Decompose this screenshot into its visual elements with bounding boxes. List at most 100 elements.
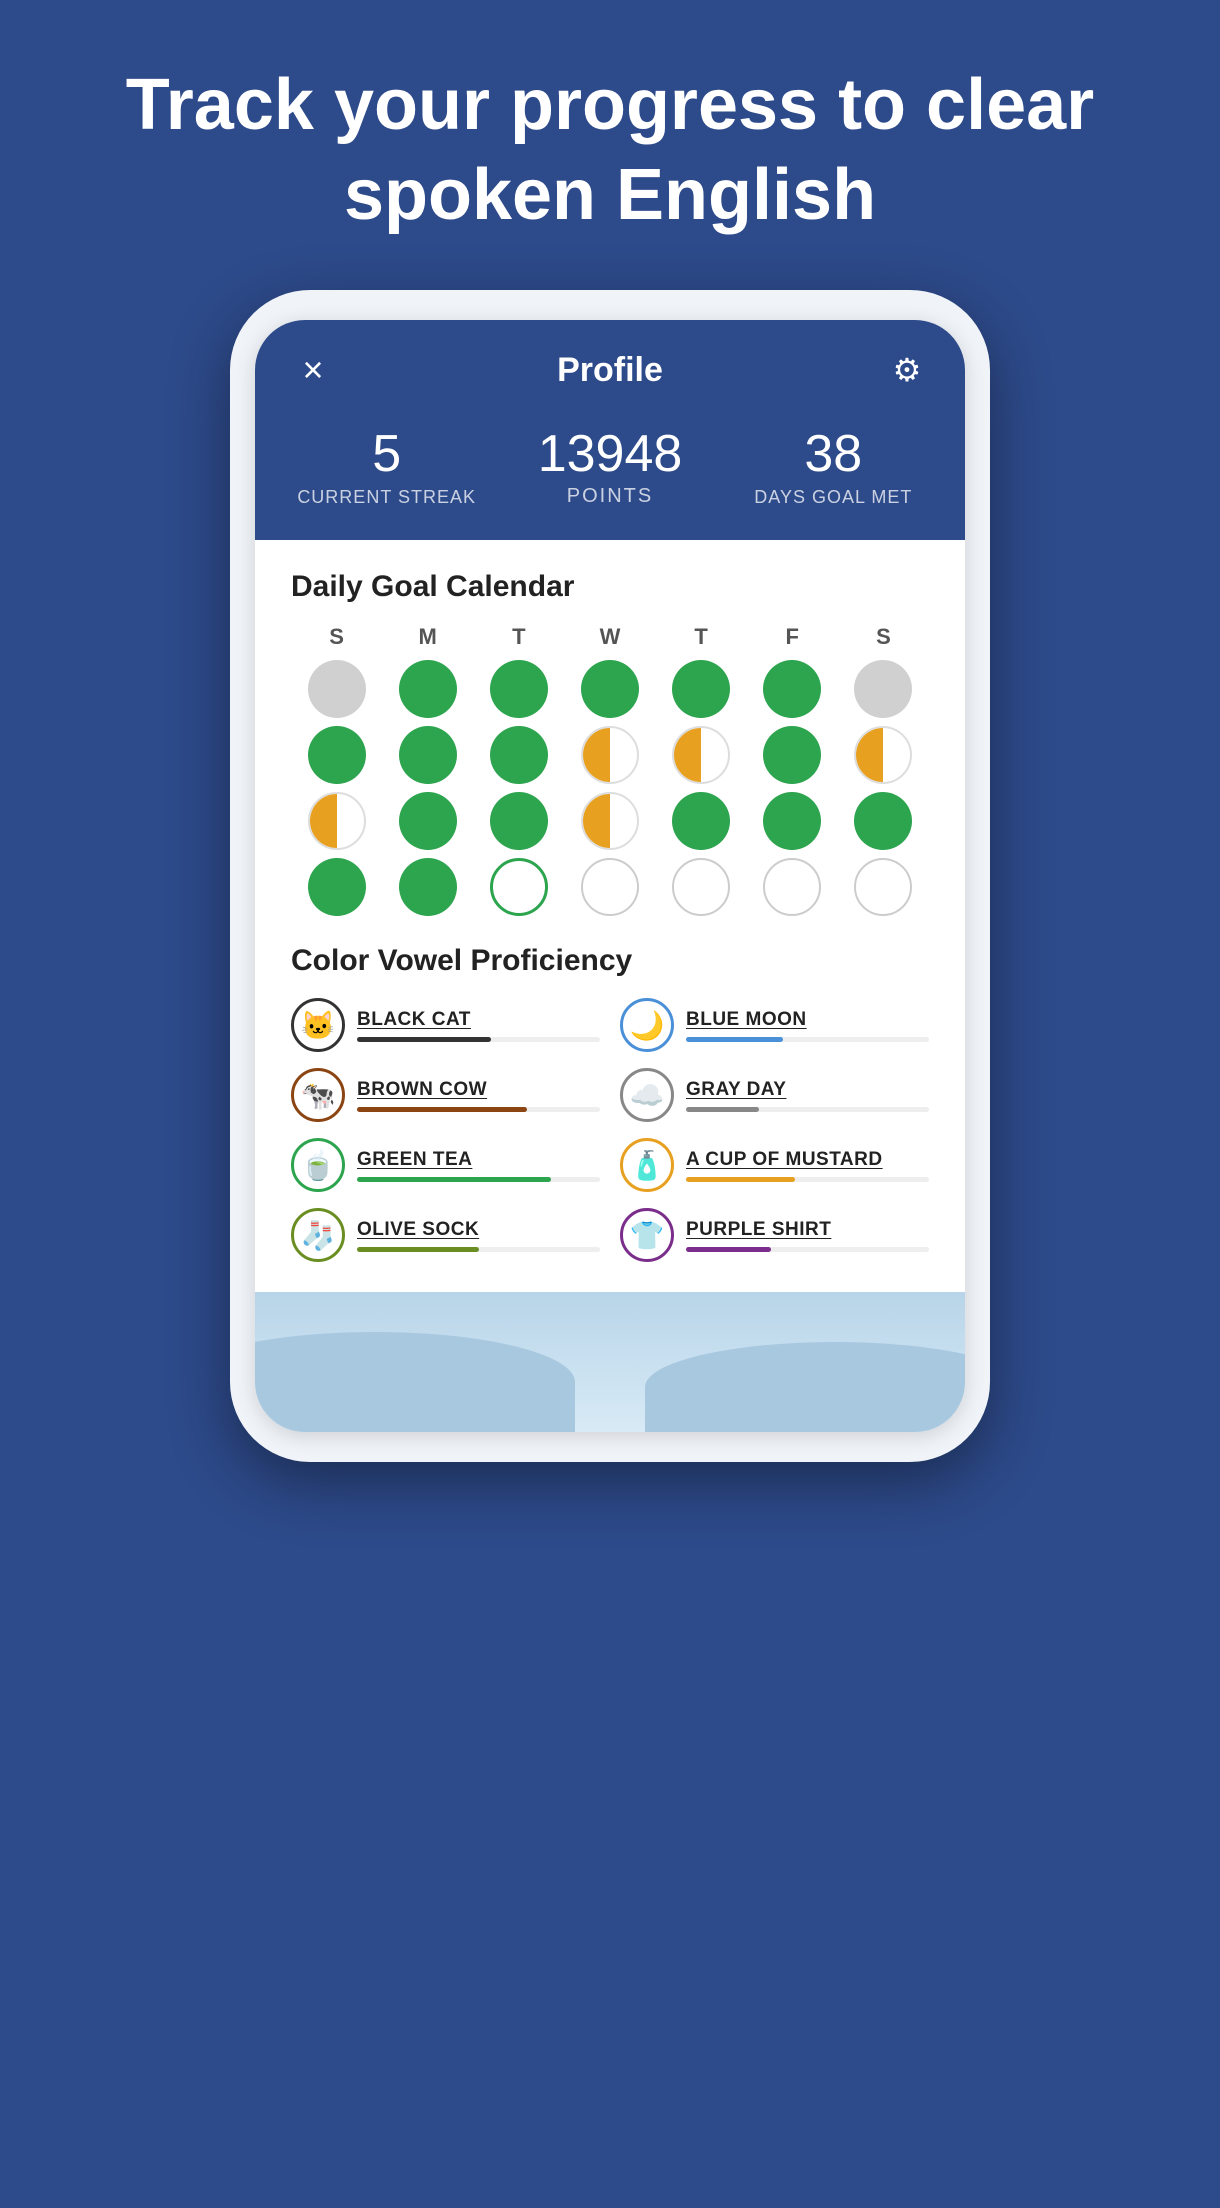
olive-sock-icon: 🧦 (291, 1208, 345, 1262)
close-icon[interactable]: × (291, 348, 335, 392)
cal-cell (564, 858, 655, 916)
vowel-info-purple-shirt: PURPLE SHIRT (686, 1219, 929, 1252)
day-label-f: F (747, 624, 838, 650)
cal-cell (838, 858, 929, 916)
streak-value: 5 (372, 426, 401, 483)
cal-cell (656, 858, 747, 916)
days-label: DAYS GOAL MET (754, 487, 912, 508)
days-value: 38 (804, 426, 862, 483)
cal-cell (291, 858, 382, 916)
purple-shirt-icon: 👕 (620, 1208, 674, 1262)
vowel-name-brown-cow: BROWN COW (357, 1079, 600, 1101)
vowel-item-purple-shirt: 👕 PURPLE SHIRT (620, 1208, 929, 1262)
day-label-m: M (382, 624, 473, 650)
calendar-title: Daily Goal Calendar (291, 570, 929, 604)
hero-title: Track your progress to clear spoken Engl… (0, 0, 1220, 280)
vowel-section: Color Vowel Proficiency 🐱 BLACK CAT (291, 944, 929, 1262)
days-stat: 38 DAYS GOAL MET (722, 426, 945, 508)
cal-cell (564, 726, 655, 784)
day-label-t1: T (473, 624, 564, 650)
vowel-bar-mustard (686, 1177, 929, 1182)
day-label-t2: T (656, 624, 747, 650)
cal-cell (564, 792, 655, 850)
cal-cell (656, 660, 747, 718)
cal-cell (838, 792, 929, 850)
vowel-grid: 🐱 BLACK CAT 🌙 BLUE MOON (291, 998, 929, 1262)
vowel-item-brown-cow: 🐄 BROWN COW (291, 1068, 600, 1122)
vowel-bar-black-cat (357, 1037, 600, 1042)
page-title: Profile (557, 351, 663, 390)
vowel-info-green-tea: GREEN TEA (357, 1149, 600, 1182)
brown-cow-icon: 🐄 (291, 1068, 345, 1122)
cal-cell (382, 726, 473, 784)
calendar-row-3 (291, 792, 929, 850)
vowel-bar-olive-sock (357, 1247, 600, 1252)
calendar-row-2 (291, 726, 929, 784)
cal-cell (747, 858, 838, 916)
points-value: 13948 (538, 426, 683, 483)
calendar-section: Daily Goal Calendar S M T W T F S (291, 570, 929, 916)
vowel-item-mustard: 🧴 A CUP OF MUSTARD (620, 1138, 929, 1192)
vowel-bar-blue-moon (686, 1037, 929, 1042)
cal-cell (564, 660, 655, 718)
vowel-name-black-cat: BLACK CAT (357, 1009, 600, 1031)
vowel-name-purple-shirt: PURPLE SHIRT (686, 1219, 929, 1241)
vowel-name-gray-day: GRAY DAY (686, 1079, 929, 1101)
calendar-row-4 (291, 858, 929, 916)
streak-label: CURRENT STREAK (297, 487, 476, 508)
cal-cell (838, 660, 929, 718)
app-body: Daily Goal Calendar S M T W T F S (255, 540, 965, 1292)
vowel-info-black-cat: BLACK CAT (357, 1009, 600, 1042)
vowel-item-blue-moon: 🌙 BLUE MOON (620, 998, 929, 1052)
cal-cell (747, 726, 838, 784)
vowel-section-title: Color Vowel Proficiency (291, 944, 929, 978)
vowel-bar-brown-cow (357, 1107, 600, 1112)
cal-cell (291, 660, 382, 718)
vowel-item-gray-day: ☁️ GRAY DAY (620, 1068, 929, 1122)
hill-right (645, 1342, 965, 1432)
stats-bar: 5 CURRENT STREAK 13948 POINTS 38 DAYS GO… (255, 416, 965, 540)
vowel-bar-purple-shirt (686, 1247, 929, 1252)
vowel-name-blue-moon: BLUE MOON (686, 1009, 929, 1031)
points-label: POINTS (567, 485, 653, 508)
day-label-w: W (564, 624, 655, 650)
hill-left (255, 1332, 575, 1432)
cal-cell (473, 726, 564, 784)
calendar-header: S M T W T F S (291, 624, 929, 650)
vowel-info-blue-moon: BLUE MOON (686, 1009, 929, 1042)
mustard-icon: 🧴 (620, 1138, 674, 1192)
cal-cell (291, 726, 382, 784)
streak-stat: 5 CURRENT STREAK (275, 426, 498, 508)
calendar-row-1 (291, 660, 929, 718)
cal-cell (838, 726, 929, 784)
day-label-s1: S (291, 624, 382, 650)
cal-cell (382, 660, 473, 718)
bottom-scene (255, 1292, 965, 1432)
phone-mockup: × Profile ⚙ 5 CURRENT STREAK 13948 POINT… (230, 290, 990, 1462)
cal-cell (656, 792, 747, 850)
vowel-item-black-cat: 🐱 BLACK CAT (291, 998, 600, 1052)
cal-cell (656, 726, 747, 784)
cal-cell (473, 792, 564, 850)
app-header: × Profile ⚙ (255, 320, 965, 416)
cal-cell (747, 660, 838, 718)
points-stat: 13948 POINTS (498, 426, 721, 508)
vowel-bar-gray-day (686, 1107, 929, 1112)
vowel-name-mustard: A CUP OF MUSTARD (686, 1149, 929, 1171)
settings-icon[interactable]: ⚙ (885, 348, 929, 392)
app-screen: × Profile ⚙ 5 CURRENT STREAK 13948 POINT… (255, 320, 965, 1432)
cal-cell-current (473, 858, 564, 916)
cal-cell (747, 792, 838, 850)
vowel-bar-green-tea (357, 1177, 600, 1182)
vowel-item-green-tea: 🍵 GREEN TEA (291, 1138, 600, 1192)
cal-cell (382, 858, 473, 916)
vowel-name-green-tea: GREEN TEA (357, 1149, 600, 1171)
green-tea-icon: 🍵 (291, 1138, 345, 1192)
day-label-s2: S (838, 624, 929, 650)
vowel-info-gray-day: GRAY DAY (686, 1079, 929, 1112)
blue-moon-icon: 🌙 (620, 998, 674, 1052)
black-cat-icon: 🐱 (291, 998, 345, 1052)
gray-day-icon: ☁️ (620, 1068, 674, 1122)
cal-cell (473, 660, 564, 718)
vowel-info-mustard: A CUP OF MUSTARD (686, 1149, 929, 1182)
